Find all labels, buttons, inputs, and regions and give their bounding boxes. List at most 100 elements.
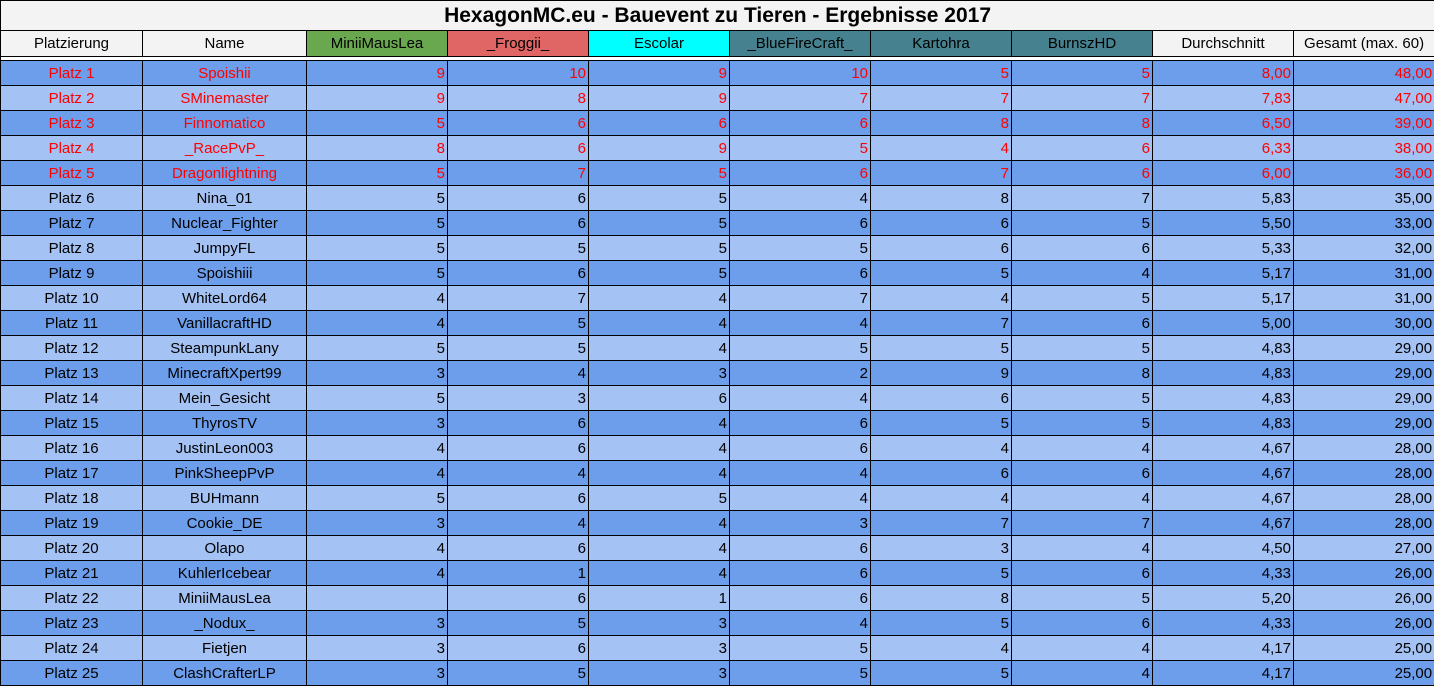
score-cell[interactable]: 4 [1012,486,1153,511]
name-cell[interactable]: JustinLeon003 [143,436,307,461]
name-cell[interactable]: _RacePvP_ [143,136,307,161]
total-cell[interactable]: 29,00 [1294,386,1434,411]
score-cell[interactable]: 4 [307,286,448,311]
score-cell[interactable]: 6 [448,636,589,661]
score-cell[interactable]: 4 [307,311,448,336]
total-cell[interactable]: 29,00 [1294,361,1434,386]
score-cell[interactable]: 3 [589,361,730,386]
score-cell[interactable]: 10 [448,61,589,86]
score-cell[interactable]: 7 [730,86,871,111]
average-cell[interactable]: 4,17 [1153,636,1294,661]
score-cell[interactable]: 4 [307,561,448,586]
score-cell[interactable]: 2 [730,361,871,386]
placement-cell[interactable]: Platz 23 [1,611,143,636]
score-cell[interactable]: 7 [871,311,1012,336]
placement-cell[interactable]: Platz 15 [1,411,143,436]
placement-cell[interactable]: Platz 18 [1,486,143,511]
score-cell[interactable]: 4 [730,186,871,211]
total-cell[interactable]: 26,00 [1294,611,1434,636]
average-cell[interactable]: 5,50 [1153,211,1294,236]
score-cell[interactable]: 5 [448,236,589,261]
average-cell[interactable]: 4,83 [1153,361,1294,386]
score-cell[interactable]: 6 [448,186,589,211]
score-cell[interactable]: 7 [448,286,589,311]
average-cell[interactable]: 4,67 [1153,461,1294,486]
name-cell[interactable]: VanillacraftHD [143,311,307,336]
placement-cell[interactable]: Platz 20 [1,536,143,561]
total-cell[interactable]: 36,00 [1294,161,1434,186]
score-cell[interactable]: 5 [448,336,589,361]
name-cell[interactable]: Finnomatico [143,111,307,136]
score-cell[interactable]: 4 [871,286,1012,311]
score-cell[interactable]: 8 [871,111,1012,136]
score-cell[interactable]: 3 [730,511,871,536]
score-cell[interactable]: 4 [589,461,730,486]
score-cell[interactable]: 8 [448,86,589,111]
score-cell[interactable]: 6 [448,211,589,236]
score-cell[interactable]: 6 [448,111,589,136]
placement-cell[interactable]: Platz 22 [1,586,143,611]
score-cell[interactable]: 3 [589,661,730,686]
score-cell[interactable]: 7 [871,86,1012,111]
score-cell[interactable]: 4 [1012,536,1153,561]
score-cell[interactable]: 6 [1012,161,1153,186]
placement-cell[interactable]: Platz 6 [1,186,143,211]
score-cell[interactable]: 4 [589,286,730,311]
score-cell[interactable]: 6 [448,486,589,511]
score-cell[interactable]: 3 [307,511,448,536]
score-cell[interactable]: 8 [1012,361,1153,386]
score-cell[interactable]: 6 [730,536,871,561]
score-cell[interactable]: 4 [589,536,730,561]
score-cell[interactable]: 4 [307,536,448,561]
score-cell[interactable]: 5 [871,261,1012,286]
score-cell[interactable]: 5 [871,561,1012,586]
average-cell[interactable]: 4,50 [1153,536,1294,561]
score-cell[interactable]: 8 [871,586,1012,611]
score-cell[interactable]: 6 [1012,236,1153,261]
name-cell[interactable]: Cookie_DE [143,511,307,536]
name-cell[interactable]: Olapo [143,536,307,561]
score-cell[interactable]: 3 [307,411,448,436]
score-cell[interactable]: 4 [871,486,1012,511]
score-cell[interactable]: 5 [871,61,1012,86]
placement-cell[interactable]: Platz 19 [1,511,143,536]
score-cell[interactable]: 6 [448,436,589,461]
column-header-5[interactable]: _BlueFireCraft_ [730,31,871,57]
score-cell[interactable]: 4 [589,311,730,336]
placement-cell[interactable]: Platz 4 [1,136,143,161]
average-cell[interactable]: 4,17 [1153,661,1294,686]
score-cell[interactable]: 4 [589,411,730,436]
total-cell[interactable]: 38,00 [1294,136,1434,161]
placement-cell[interactable]: Platz 8 [1,236,143,261]
score-cell[interactable]: 5 [1012,286,1153,311]
score-cell[interactable]: 6 [730,211,871,236]
score-cell[interactable]: 5 [871,411,1012,436]
score-cell[interactable]: 5 [307,336,448,361]
score-cell[interactable]: 5 [448,311,589,336]
score-cell[interactable]: 5 [1012,586,1153,611]
placement-cell[interactable]: Platz 24 [1,636,143,661]
score-cell[interactable]: 5 [871,336,1012,361]
placement-cell[interactable]: Platz 2 [1,86,143,111]
name-cell[interactable]: ThyrosTV [143,411,307,436]
score-cell[interactable]: 3 [871,536,1012,561]
score-cell[interactable]: 4 [730,386,871,411]
placement-cell[interactable]: Platz 21 [1,561,143,586]
score-cell[interactable]: 6 [871,236,1012,261]
placement-cell[interactable]: Platz 12 [1,336,143,361]
placement-cell[interactable]: Platz 7 [1,211,143,236]
average-cell[interactable]: 5,83 [1153,186,1294,211]
total-cell[interactable]: 28,00 [1294,486,1434,511]
name-cell[interactable]: WhiteLord64 [143,286,307,311]
name-cell[interactable]: PinkSheepPvP [143,461,307,486]
average-cell[interactable]: 4,33 [1153,611,1294,636]
score-cell[interactable]: 7 [1012,511,1153,536]
score-cell[interactable]: 6 [730,561,871,586]
score-cell[interactable]: 6 [730,411,871,436]
total-cell[interactable]: 27,00 [1294,536,1434,561]
total-cell[interactable]: 30,00 [1294,311,1434,336]
score-cell[interactable]: 5 [1012,411,1153,436]
score-cell[interactable]: 6 [1012,461,1153,486]
total-cell[interactable]: 29,00 [1294,411,1434,436]
score-cell[interactable]: 9 [871,361,1012,386]
